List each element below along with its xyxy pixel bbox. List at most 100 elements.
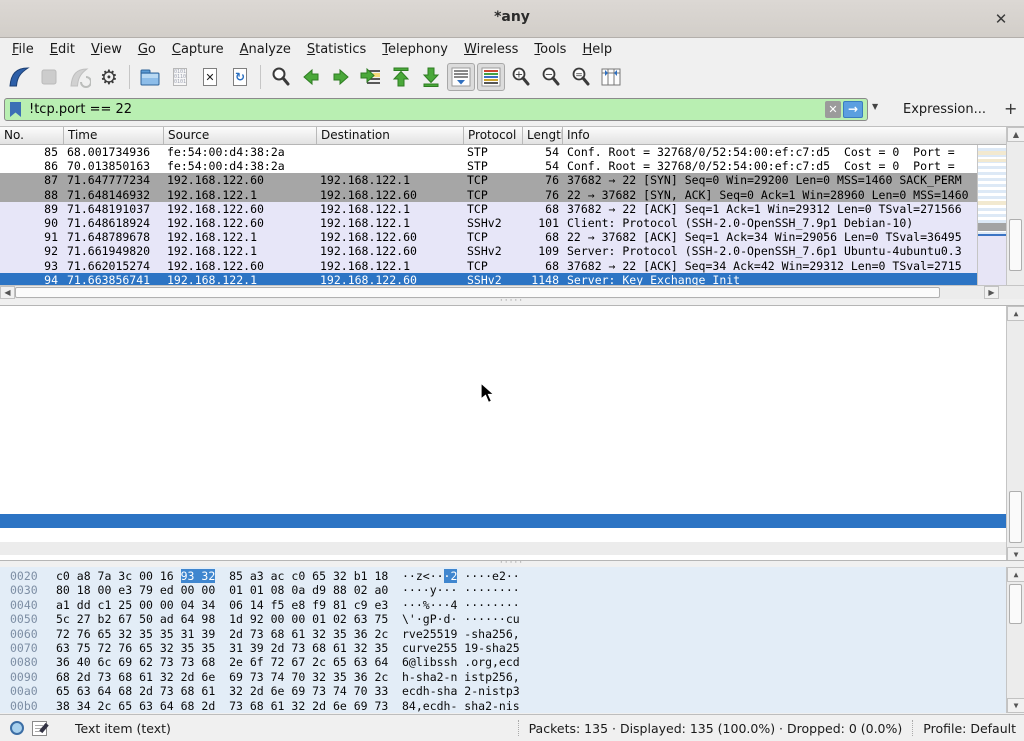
save-file-icon[interactable]: 010101100101 [166,63,194,91]
packet-row[interactable]: 9071.648618924192.168.122.60192.168.122.… [0,216,1024,230]
col-no[interactable]: No. [0,127,64,144]
resize-columns-icon[interactable] [597,63,625,91]
goto-packet-icon[interactable] [357,63,385,91]
restart-capture-icon[interactable] [65,63,93,91]
menu-help[interactable]: Help [574,40,620,59]
start-capture-icon[interactable] [5,63,33,91]
col-length[interactable]: Length [523,127,563,144]
menu-tools[interactable]: Tools [526,40,574,59]
menu-edit[interactable]: Edit [42,40,83,59]
detail-line[interactable]: ▼SSH Protocol [0,542,1006,556]
zoom-original-icon[interactable]: = [567,63,595,91]
scroll-up-icon[interactable]: ▲ [1007,127,1024,142]
col-source[interactable]: Source [164,127,317,144]
hex-row[interactable]: 00505c 27 b2 67 50 ad 64 98 1d 92 00 00 … [0,612,1024,626]
packet-row[interactable]: 8871.648146932192.168.122.1192.168.122.6… [0,188,1024,202]
packet-row[interactable]: 8771.647777234192.168.122.60192.168.122.… [0,173,1024,187]
menu-view[interactable]: View [83,40,130,59]
details-scrollbar[interactable]: ▲ ▼ [1006,306,1024,561]
packet-list-scrollbar[interactable]: ▲ ▼ [1006,127,1024,300]
scroll-up-icon[interactable]: ▲ [1007,306,1024,321]
packet-row[interactable]: 8670.013850163fe:54:00:d4:38:2aSTP54Conf… [0,159,1024,173]
detail-line[interactable]: TCP payload (1080 bytes) [0,528,1006,542]
capture-options-icon[interactable]: ⚙ [95,63,123,91]
title-bar[interactable]: *any ✕ [0,0,1024,38]
colorize-icon[interactable] [477,63,505,91]
packet-row[interactable]: 9171.648789678192.168.122.1192.168.122.6… [0,230,1024,244]
first-packet-icon[interactable] [387,63,415,91]
scroll-right-icon[interactable]: ▶ [984,286,999,299]
hex-row[interactable]: 0020c0 a8 7a 3c 00 16 93 32 85 a3 ac c0 … [0,569,1024,583]
hex-row[interactable]: 007063 75 72 76 65 32 35 35 31 39 2d 73 … [0,641,1024,655]
col-info[interactable]: Info [563,127,1024,144]
menu-file[interactable]: File [4,40,42,59]
detail-line[interactable]: ▶[SEQ/ACK analysis] [0,501,1006,515]
find-packet-icon[interactable] [267,63,295,91]
detail-line[interactable]: 1000 .... = Header Length: 32 bytes (8) [0,377,1006,391]
detail-line[interactable]: [Window size scaling factor: 128] [0,432,1006,446]
expert-info-icon[interactable] [10,721,24,735]
hex-row[interactable]: 008036 40 6c 69 62 73 73 68 2e 6f 72 67 … [0,655,1024,669]
packet-row[interactable]: 9271.661949820192.168.122.1192.168.122.6… [0,244,1024,258]
menu-telephony[interactable]: Telephony [374,40,456,59]
menu-capture[interactable]: Capture [164,40,232,59]
expression-button[interactable]: Expression... [903,102,986,117]
zoom-out-icon[interactable]: − [537,63,565,91]
col-protocol[interactable]: Protocol [464,127,523,144]
detail-line[interactable]: Acknowledgment number: 34 (relative ack … [0,364,1006,378]
apply-filter-icon[interactable]: → [843,101,863,118]
detail-line[interactable]: ▶[Timestamps] [0,514,1006,528]
detail-line[interactable]: [Calculated window size: 29056] [0,419,1006,433]
detail-line[interactable]: Checksum: 0x79ed [unverified] [0,446,1006,460]
auto-scroll-icon[interactable] [447,63,475,91]
packet-minimap[interactable] [977,145,1006,287]
packet-row[interactable]: 8568.001734936fe:54:00:d4:38:2aSTP54Conf… [0,145,1024,159]
hex-row[interactable]: 00a065 63 64 68 2d 73 68 61 32 2d 6e 69 … [0,684,1024,698]
zoom-in-icon[interactable]: + [507,63,535,91]
hscrollbar-thumb[interactable] [15,287,940,298]
col-time[interactable]: Time [64,127,164,144]
detail-line[interactable]: ▶Options: (12 bytes), No-Operation (NOP)… [0,487,1006,501]
open-file-icon[interactable] [136,63,164,91]
detail-line[interactable]: [Next sequence number: 1122 (relative se… [0,350,1006,364]
menu-wireless[interactable]: Wireless [456,40,526,59]
hex-row[interactable]: 00b038 34 2c 65 63 64 68 2d 73 68 61 32 … [0,699,1024,713]
hex-row[interactable]: 003080 18 00 e3 79 ed 00 00 01 01 08 0a … [0,583,1024,597]
bookmark-icon[interactable] [10,102,21,117]
stop-capture-icon[interactable] [35,63,63,91]
packet-row[interactable]: 8971.648191037192.168.122.60192.168.122.… [0,202,1024,216]
hex-row[interactable]: 0040a1 dd c1 25 00 00 04 34 06 14 f5 e8 … [0,598,1024,612]
hex-row[interactable]: 006072 76 65 32 35 35 31 39 2d 73 68 61 … [0,627,1024,641]
capture-comment-icon[interactable] [32,721,47,736]
add-filter-button[interactable]: + [1004,99,1017,118]
display-filter-input[interactable]: !tcp.port == 22 ✕ → [4,98,868,121]
filter-history-dropdown-icon[interactable]: ▼ [872,102,878,111]
packet-row[interactable]: 9371.662015274192.168.122.60192.168.122.… [0,259,1024,273]
detail-line[interactable]: [TCP Segment Len: 1080] [0,323,1006,337]
detail-line[interactable]: ▶Flags: 0x018 (PSH, ACK) [0,391,1006,405]
filter-text[interactable]: !tcp.port == 22 [29,102,825,117]
detail-line[interactable]: [Stream index: 0] [0,309,1006,323]
detail-line[interactable]: Sequence number: 42 (relative sequence n… [0,336,1006,350]
profile-status[interactable]: Profile: Default [923,721,1016,736]
scroll-down-icon[interactable]: ▼ [1007,698,1024,713]
scroll-down-icon[interactable]: ▼ [1007,547,1024,561]
scrollbar-thumb[interactable] [1009,584,1022,624]
hex-scrollbar[interactable]: ▲ ▼ [1006,567,1024,713]
hex-row[interactable]: 009068 2d 73 68 61 32 2d 6e 69 73 74 70 … [0,670,1024,684]
col-destination[interactable]: Destination [317,127,464,144]
close-button[interactable]: ✕ [990,8,1012,30]
scroll-left-icon[interactable]: ◀ [0,286,15,299]
next-packet-icon[interactable] [327,63,355,91]
clear-filter-icon[interactable]: ✕ [825,101,841,118]
menu-go[interactable]: Go [130,40,164,59]
scrollbar-thumb[interactable] [1009,491,1022,543]
scroll-up-icon[interactable]: ▲ [1007,567,1024,582]
menu-analyze[interactable]: Analyze [232,40,299,59]
reload-file-icon[interactable]: ↻ [226,63,254,91]
detail-line[interactable]: Urgent pointer: 0 [0,473,1006,487]
previous-packet-icon[interactable] [297,63,325,91]
menu-statistics[interactable]: Statistics [299,40,374,59]
close-file-icon[interactable]: ✕ [196,63,224,91]
last-packet-icon[interactable] [417,63,445,91]
